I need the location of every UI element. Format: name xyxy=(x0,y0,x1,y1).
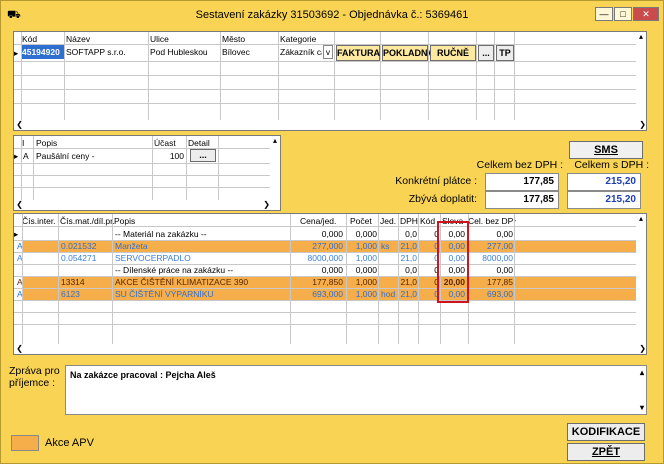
legend-swatch xyxy=(11,435,39,451)
row-pointer-icon: ▸ xyxy=(14,229,19,239)
customer-nazev[interactable]: SOFTAPP s.r.o. xyxy=(66,46,126,58)
cell-a[interactable]: A xyxy=(16,288,36,300)
message-label: Zpráva pro příjemce : xyxy=(9,365,60,389)
header-celkem-bez-dph: Celkem bez DPH : xyxy=(476,159,563,171)
items-grid: I Popis Účast Detail ▸ A Paušální ceny -… xyxy=(13,135,281,211)
cell-pocet[interactable]: 1,000 xyxy=(346,240,378,252)
header-celkem-s-dph: Celkem s DPH : xyxy=(574,159,649,171)
cell-jed[interactable]: hod xyxy=(380,288,398,300)
cell-cena[interactable]: 8000,000 xyxy=(290,252,344,264)
cell-cis[interactable]: 13314 xyxy=(60,276,112,288)
cell-cis[interactable]: 0.054271 xyxy=(60,252,112,264)
maximize-button[interactable]: □ xyxy=(614,7,632,21)
cell-celbez[interactable]: 177,85 xyxy=(468,276,514,288)
cell-celbez[interactable]: 277,00 xyxy=(468,240,514,252)
cell-a[interactable]: A xyxy=(16,276,36,288)
cell-a[interactable]: A xyxy=(16,240,36,252)
customer-kategorie[interactable]: Zákazník ca xyxy=(280,46,322,58)
customer-ulice[interactable]: Pod Hubleskou xyxy=(150,46,208,58)
sleva-highlight xyxy=(437,221,469,303)
cell-cena[interactable]: 177,850 xyxy=(290,276,344,288)
zpet-button[interactable]: ZPĚT xyxy=(567,443,645,461)
kodifikace-button[interactable]: KODIFIKACE xyxy=(567,423,645,441)
cell-dph[interactable]: 0,0 xyxy=(398,264,418,276)
items-vscroll[interactable]: ▴ xyxy=(270,136,280,200)
konkretni-s-dph: 215,20 xyxy=(567,173,641,191)
cell-dph[interactable]: 21,0 xyxy=(398,240,418,252)
cell-celbez[interactable]: 693,00 xyxy=(468,288,514,300)
zbyva-doplatit-label: Zbývá doplatit: xyxy=(408,193,477,205)
detail-button[interactable]: ... xyxy=(190,149,216,162)
message-text: Na zakázce pracoval : Pejcha Aleš xyxy=(70,370,216,380)
konkretni-platce-label: Konkrétní plátce : xyxy=(395,175,477,187)
cell-celbez[interactable]: 0,00 xyxy=(468,264,514,276)
cell-pocet[interactable]: 0,000 xyxy=(346,228,378,240)
item-ucast[interactable]: 100 xyxy=(154,150,184,162)
customer-vscroll[interactable]: ▴ xyxy=(636,32,646,120)
cell-cena[interactable]: 0,000 xyxy=(290,228,344,240)
faktura-button[interactable]: FAKTURA xyxy=(336,45,380,61)
app-icon: ⛟ xyxy=(7,9,21,21)
cell-dph[interactable]: 21,0 xyxy=(398,276,418,288)
customer-hscroll[interactable]: ❮ ❯ xyxy=(14,120,646,130)
item-popis[interactable]: Paušální ceny - xyxy=(36,150,95,162)
cell-cena[interactable]: 693,000 xyxy=(290,288,344,300)
konkretni-bez-dph: 177,85 xyxy=(485,173,559,191)
cell-celbez[interactable]: 8000,00 xyxy=(468,252,514,264)
cell-dph[interactable]: 21,0 xyxy=(398,252,418,264)
cell-a[interactable]: A xyxy=(16,252,36,264)
item-i[interactable]: A xyxy=(23,150,29,162)
cell-cena[interactable]: 277,000 xyxy=(290,240,344,252)
minimize-button[interactable]: — xyxy=(595,7,613,21)
message-field[interactable]: Na zakázce pracoval : Pejcha Aleš ▴ ▾ xyxy=(65,365,647,415)
tp-button[interactable]: TP xyxy=(496,45,514,61)
customer-kod[interactable]: 45194920 xyxy=(22,45,64,59)
customer-mesto[interactable]: Bílovec xyxy=(222,46,250,58)
lines-grid: Čís.inter. Čís.mat./díl.pr. Popis Cena/j… xyxy=(13,213,647,355)
kategorie-dropdown-icon[interactable]: v xyxy=(323,45,333,59)
main-window: Sestavení zakázky 31503692 - Objednávka … xyxy=(0,0,664,464)
rucne-button[interactable]: RUČNĚ xyxy=(430,45,476,61)
customer-grid: Kód Název Ulice Město Kategorie ▸ 451949… xyxy=(13,31,647,131)
cell-popis[interactable]: AKCE ČIŠTĚNÍ KLIMATIZACE 390 xyxy=(114,276,290,288)
cell-pocet[interactable]: 1,000 xyxy=(346,288,378,300)
cell-dph[interactable]: 0,0 xyxy=(398,228,418,240)
pokladna-button[interactable]: POKLADNA xyxy=(382,45,434,61)
lines-vscroll[interactable]: ▴ xyxy=(636,214,646,344)
window-title: Sestavení zakázky 31503692 - Objednávka … xyxy=(195,9,469,21)
cell-jed[interactable]: ks xyxy=(380,240,398,252)
cell-cis[interactable]: 0.021532 xyxy=(60,240,112,252)
cell-popis[interactable]: SERVOCERPADLO xyxy=(114,252,290,264)
cell-pocet[interactable]: 1,000 xyxy=(346,252,378,264)
cell-pocet[interactable]: 1,000 xyxy=(346,276,378,288)
cell-dph[interactable]: 21,0 xyxy=(398,288,418,300)
cell-cena[interactable]: 0,000 xyxy=(290,264,344,276)
cell-popis[interactable]: -- Materiál na zakázku -- xyxy=(114,228,290,240)
cell-popis[interactable]: SU ČIŠTĚNÍ VÝPARNÍKU xyxy=(114,288,290,300)
cell-celbez[interactable]: 0,00 xyxy=(468,228,514,240)
items-hscroll[interactable]: ❮ ❯ xyxy=(14,200,280,210)
sms-button[interactable]: SMS xyxy=(569,141,643,159)
zbyva-s-dph: 215,20 xyxy=(567,191,641,209)
cell-popis[interactable]: -- Dílenské práce na zakázku -- xyxy=(114,264,290,276)
lines-hscroll[interactable]: ❮ ❯ xyxy=(14,344,646,354)
more-button[interactable]: ... xyxy=(478,45,494,61)
legend-label: Akce APV xyxy=(45,437,94,449)
cell-popis[interactable]: Manžeta xyxy=(114,240,290,252)
row-pointer-icon: ▸ xyxy=(14,151,19,161)
cell-cis[interactable]: 6123 xyxy=(60,288,112,300)
close-button[interactable]: ✕ xyxy=(633,7,659,21)
cell-pocet[interactable]: 0,000 xyxy=(346,264,378,276)
zbyva-bez-dph: 177,85 xyxy=(485,191,559,209)
title-bar: Sestavení zakázky 31503692 - Objednávka … xyxy=(1,1,663,29)
